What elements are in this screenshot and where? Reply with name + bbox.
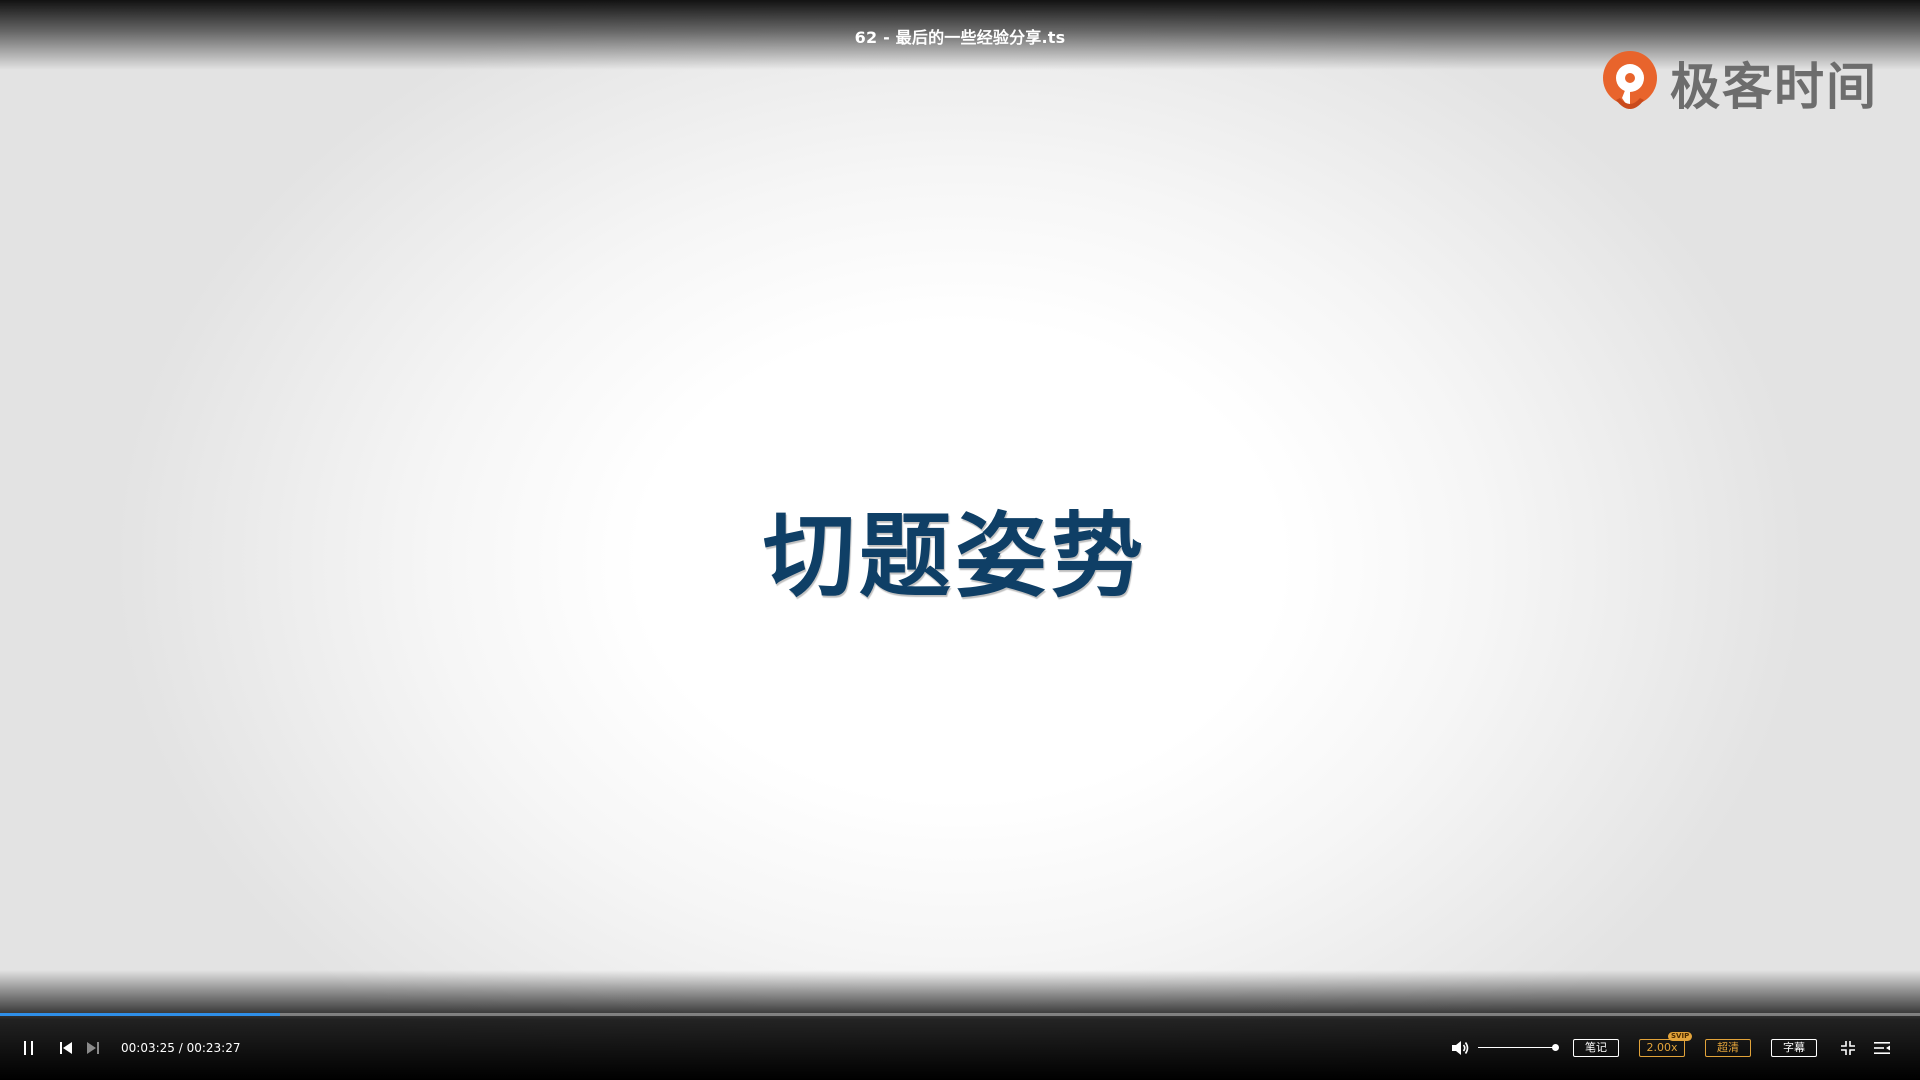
speed-button[interactable]: 2.00x: [1639, 1039, 1685, 1057]
volume-knob[interactable]: [1552, 1044, 1559, 1051]
slide-heading: 切题姿势: [762, 503, 1147, 610]
brand-watermark: 极客时间: [1600, 46, 1878, 120]
playlist-icon: [1874, 1042, 1890, 1054]
notes-button[interactable]: 笔记: [1573, 1039, 1619, 1057]
next-button[interactable]: [83, 1039, 103, 1057]
geektime-logo-icon: [1603, 51, 1657, 110]
pause-icon: [24, 1041, 33, 1055]
svip-badge: SVIP: [1668, 1032, 1693, 1041]
video-title: 62 - 最后的一些经验分享.ts: [854, 28, 1066, 47]
exit-fullscreen-icon: [1841, 1041, 1855, 1055]
volume-button[interactable]: [1449, 1038, 1471, 1058]
skip-previous-icon: [60, 1042, 72, 1054]
volume-slider[interactable]: [1478, 1042, 1559, 1054]
previous-button[interactable]: [56, 1039, 76, 1057]
control-bar: [0, 970, 1920, 1080]
skip-next-icon: [87, 1042, 99, 1054]
playlist-button[interactable]: [1871, 1038, 1893, 1058]
subtitle-button[interactable]: 字幕: [1771, 1039, 1817, 1057]
brand-name: 极客时间: [1670, 58, 1878, 116]
time-display: 00:03:25 / 00:23:27: [121, 1040, 241, 1056]
video-player[interactable]: 62 - 最后的一些经验分享.ts 极客时间 切题姿势 00:03:25 / 0…: [0, 0, 1920, 1080]
current-time: 00:03:25: [121, 1041, 175, 1055]
volume-track: [1478, 1047, 1556, 1048]
quality-button[interactable]: 超清: [1705, 1039, 1751, 1057]
progress-bar[interactable]: [0, 1013, 1920, 1016]
time-separator: /: [178, 1041, 187, 1055]
progress-fill: [0, 1013, 280, 1016]
exit-fullscreen-button[interactable]: [1838, 1038, 1858, 1058]
pause-button[interactable]: [18, 1039, 40, 1057]
volume-icon: [1452, 1041, 1469, 1055]
total-time: 00:23:27: [186, 1041, 241, 1055]
